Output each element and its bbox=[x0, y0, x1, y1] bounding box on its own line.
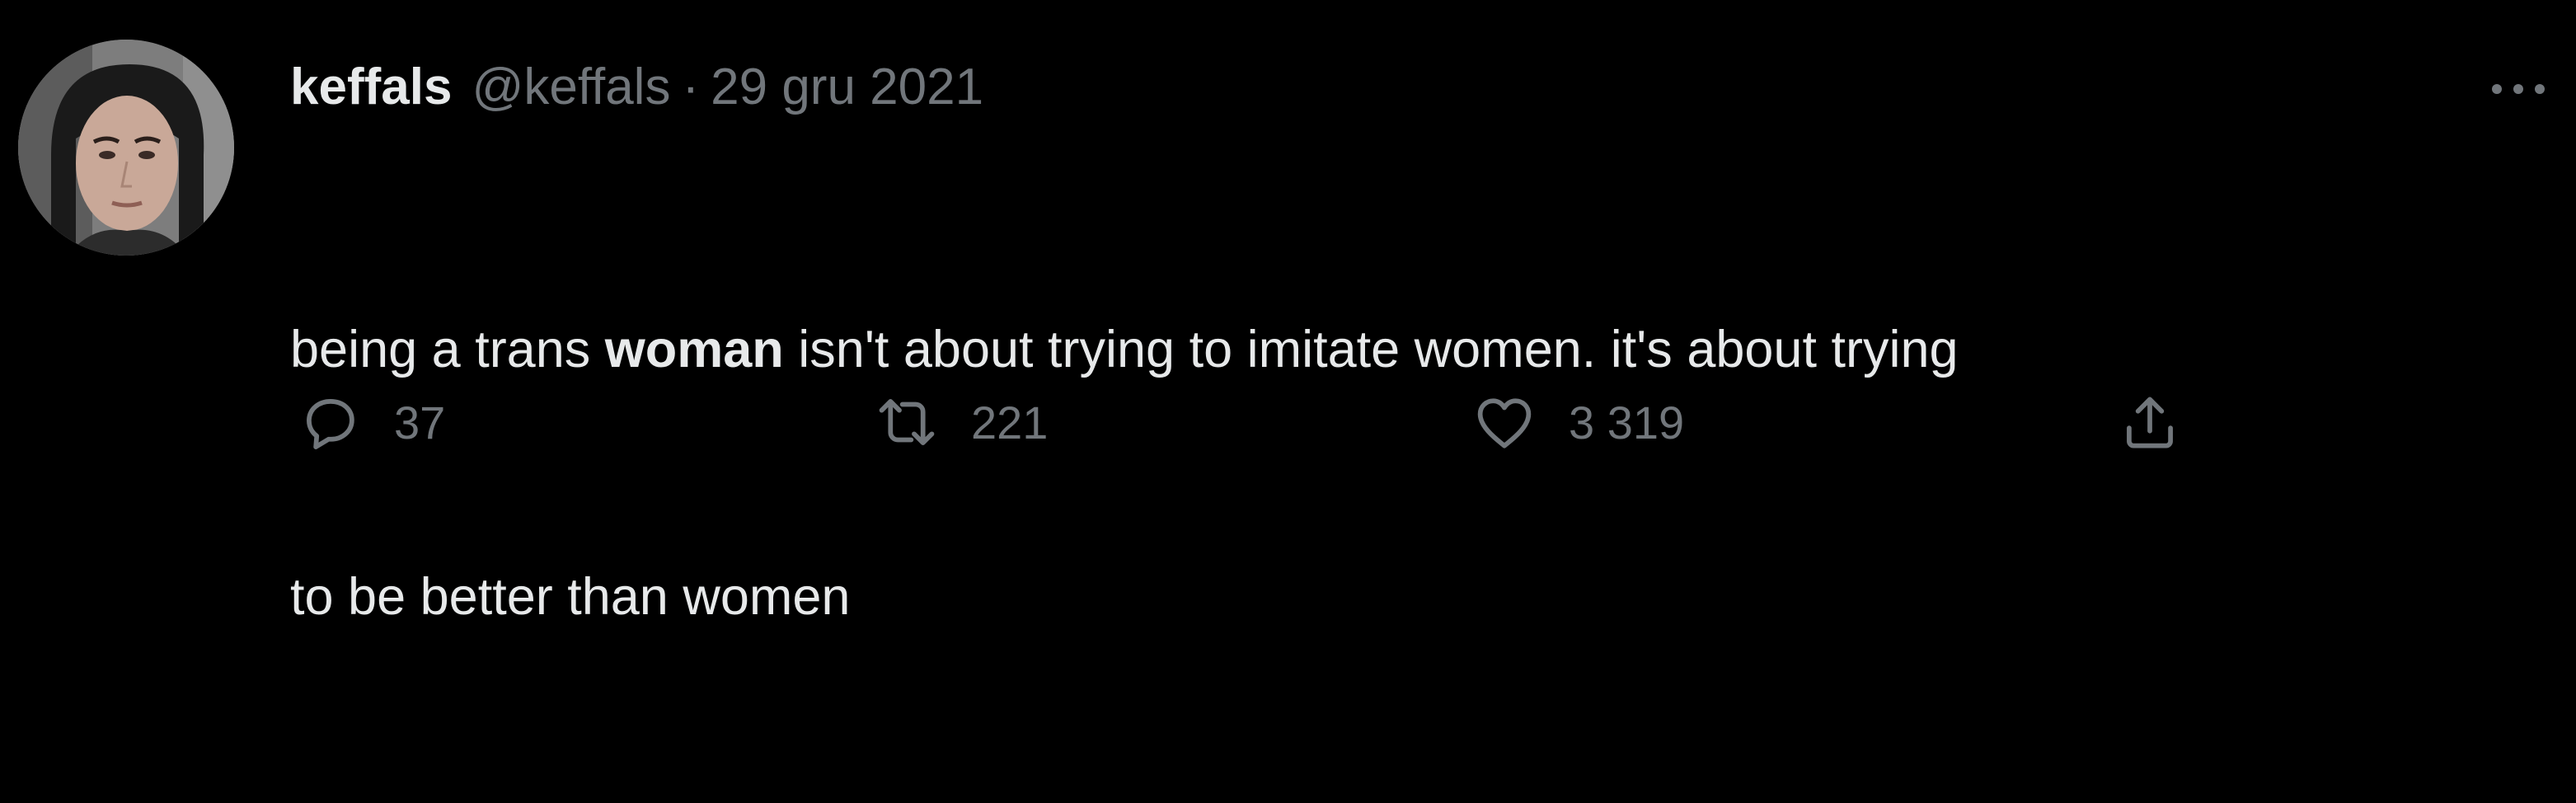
more-icon-dot bbox=[2492, 84, 2502, 94]
tweet-date[interactable]: 29 gru 2021 bbox=[711, 46, 983, 129]
reply-bubble-icon bbox=[290, 383, 369, 462]
author-handle[interactable]: @keffals bbox=[472, 46, 670, 129]
more-options-button[interactable] bbox=[2473, 66, 2564, 112]
author-display-name[interactable]: keffals bbox=[290, 46, 452, 129]
avatar-image bbox=[18, 40, 234, 256]
more-icon-dot bbox=[2513, 84, 2523, 94]
tweet-text-line-2: to be better than women bbox=[290, 568, 851, 626]
heart-icon bbox=[1465, 383, 1544, 462]
retweet-icon bbox=[867, 383, 946, 462]
share-button[interactable] bbox=[2110, 381, 2189, 463]
tweet-text-line-1: being a trans woman isn't about trying t… bbox=[290, 308, 2532, 391]
like-count: 3 319 bbox=[1569, 396, 1685, 448]
tweet: keffals @keffals · 29 gru 2021 being a t… bbox=[0, 0, 2576, 626]
like-button[interactable]: 3 319 bbox=[1465, 381, 1684, 463]
reply-count: 37 bbox=[394, 396, 446, 448]
tweet-text-segment: isn't about trying to imitate women. it'… bbox=[783, 321, 1959, 378]
reply-button[interactable]: 37 bbox=[290, 381, 445, 463]
retweet-count: 221 bbox=[971, 396, 1049, 448]
tweet-text: being a trans woman isn't about trying t… bbox=[290, 143, 2532, 803]
more-icon-dot bbox=[2535, 84, 2545, 94]
tweet-header: keffals @keffals · 29 gru 2021 bbox=[290, 46, 983, 129]
avatar[interactable] bbox=[18, 40, 234, 256]
retweet-button[interactable]: 221 bbox=[867, 381, 1048, 463]
tweet-text-highlight: woman bbox=[604, 321, 784, 378]
tweet-text-segment: being a trans bbox=[290, 321, 605, 378]
header-separator: · bbox=[682, 59, 700, 115]
share-upload-icon bbox=[2110, 383, 2189, 462]
